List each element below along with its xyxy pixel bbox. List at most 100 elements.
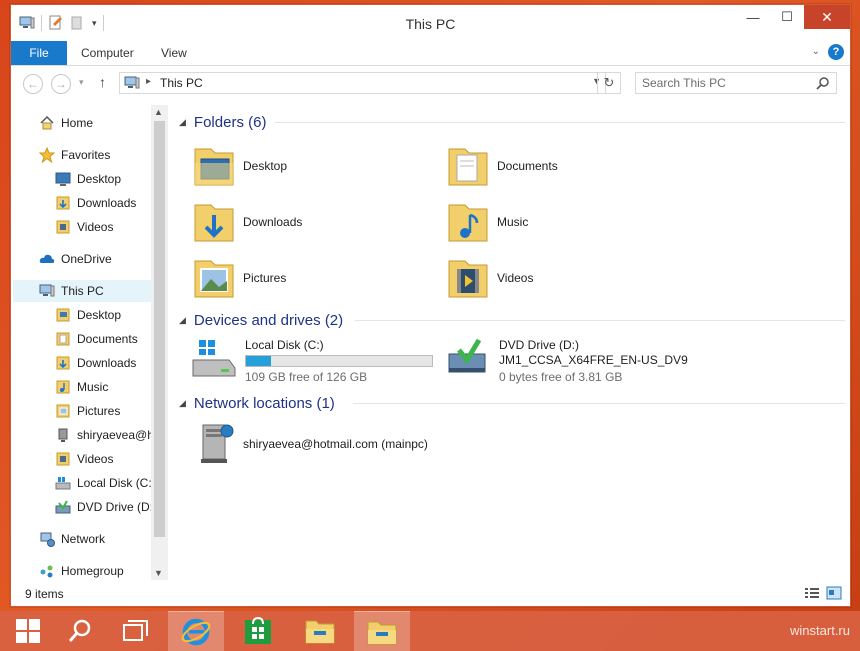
refresh-button[interactable]: ↻ (597, 72, 621, 94)
network-location-tile[interactable]: shiryaevea@hotmail.com (mainpc) (191, 419, 428, 469)
pictures-folder-icon (191, 253, 237, 303)
nav-item-pc-network-share[interactable]: shiryaevea@hotmail.com (55, 424, 151, 446)
home-icon (40, 115, 54, 130)
tab-view[interactable]: View (161, 41, 187, 65)
task-view-button[interactable] (108, 611, 164, 651)
tab-computer[interactable]: Computer (81, 41, 134, 65)
nav-scrollbar[interactable]: ▲ ▼ (151, 105, 168, 580)
details-view-icon[interactable] (804, 586, 820, 600)
tab-file[interactable]: File (11, 41, 67, 65)
title-bar: ▾ This PC — ☐ ✕ (11, 5, 850, 41)
network-share-icon (191, 419, 237, 469)
nav-item-pc-local-disk[interactable]: Local Disk (C:) (55, 472, 151, 494)
onedrive-cloud-icon (39, 254, 55, 263)
nav-item-home[interactable]: Home (39, 112, 93, 134)
folder-tile-music[interactable]: Music (445, 197, 528, 247)
internet-explorer-taskbar-button[interactable] (168, 611, 224, 651)
scrollbar-thumb[interactable] (154, 121, 165, 537)
disk-usage-fill (246, 356, 272, 366)
downloads-folder-icon (56, 196, 70, 210)
tiles-view-icon[interactable] (826, 586, 842, 600)
drive-tile-local-disk[interactable]: Local Disk (C:) 109 GB free of 126 GB (191, 338, 441, 384)
star-icon (39, 147, 55, 163)
start-button[interactable] (0, 611, 56, 651)
network-icon (40, 532, 55, 547)
nav-item-favorites-downloads[interactable]: Downloads (55, 192, 136, 214)
back-button[interactable]: ← (23, 74, 43, 94)
maximize-button[interactable]: ☐ (770, 5, 804, 29)
group-devices-header[interactable]: ◢ Devices and drives (2) (179, 310, 343, 330)
collapse-icon[interactable]: ◢ (179, 315, 186, 326)
store-taskbar-button[interactable] (230, 611, 286, 651)
task-view-icon (123, 620, 148, 641)
scroll-down-icon[interactable]: ▼ (154, 568, 163, 578)
music-folder-icon (445, 197, 491, 247)
search-icon[interactable] (816, 76, 830, 93)
folder-tile-downloads[interactable]: Downloads (191, 197, 302, 247)
windows-logo-icon (16, 619, 40, 643)
documents-folder-icon (445, 141, 491, 191)
nav-item-pc-desktop[interactable]: Desktop (55, 304, 121, 326)
nav-item-pc-music[interactable]: Music (55, 376, 108, 398)
explorer-window: ▾ This PC — ☐ ✕ File Computer View ⌄ ? ←… (10, 4, 851, 607)
watermark: winstart.ru (790, 623, 850, 638)
folder-tile-desktop[interactable]: Desktop (191, 141, 287, 191)
address-row: ← → ▾ ↑ ▸ This PC ▼ ↻ (11, 66, 850, 102)
nav-item-favorites-desktop[interactable]: Desktop (55, 168, 121, 190)
breadcrumb[interactable]: This PC (160, 76, 203, 90)
network-share-icon (58, 428, 68, 442)
nav-item-this-pc[interactable]: This PC (13, 280, 151, 302)
file-explorer-window-taskbar-button[interactable] (354, 611, 410, 651)
nav-item-homegroup[interactable]: Homegroup (39, 560, 124, 582)
nav-item-pc-dvd-drive[interactable]: DVD Drive (D:) (55, 496, 151, 518)
nav-item-onedrive[interactable]: OneDrive (39, 248, 112, 270)
folder-icon (56, 380, 70, 394)
collapse-icon[interactable]: ◢ (179, 117, 186, 128)
drive-tile-dvd[interactable]: DVD Drive (D:) JM1_CCSA_X64FRE_EN-US_DV9… (445, 338, 705, 384)
breadcrumb-separator-icon[interactable]: ▸ (146, 76, 151, 87)
collapse-icon[interactable]: ◢ (179, 398, 186, 409)
computer-icon (39, 284, 55, 297)
search-icon (68, 619, 91, 642)
address-bar[interactable]: ▸ This PC ▼ (119, 72, 606, 94)
file-explorer-icon (305, 620, 335, 644)
folder-icon (56, 332, 70, 346)
nav-item-pc-documents[interactable]: Documents (55, 328, 138, 350)
content-pane: ◢ Folders (6) Desktop Documents Download… (171, 105, 850, 580)
search-box[interactable] (635, 72, 837, 94)
nav-item-favorites[interactable]: Favorites (39, 144, 110, 166)
nav-item-network[interactable]: Network (39, 528, 105, 550)
folder-tile-videos[interactable]: Videos (445, 253, 533, 303)
folder-icon (56, 404, 70, 418)
dvd-icon (55, 500, 71, 514)
folder-icon (56, 356, 70, 370)
folder-tile-documents[interactable]: Documents (445, 141, 558, 191)
videos-folder-icon (445, 253, 491, 303)
search-input[interactable] (642, 76, 812, 90)
disk-usage-bar (245, 355, 433, 367)
window-controls: — ☐ ✕ (736, 5, 850, 29)
nav-item-pc-downloads[interactable]: Downloads (55, 352, 136, 374)
forward-button[interactable]: → (51, 74, 71, 94)
hard-drive-icon (192, 340, 236, 377)
ribbon-tabs: File Computer View ⌄ ? (11, 41, 850, 66)
group-folders-header[interactable]: ◢ Folders (6) (179, 112, 266, 132)
drive-icon (55, 477, 71, 490)
nav-item-pc-pictures[interactable]: Pictures (55, 400, 120, 422)
nav-item-pc-videos[interactable]: Videos (55, 448, 113, 470)
folder-tile-pictures[interactable]: Pictures (191, 253, 286, 303)
desktop-icon (55, 172, 71, 186)
close-button[interactable]: ✕ (804, 5, 850, 29)
folder-icon (56, 308, 70, 322)
search-taskbar-button[interactable] (52, 611, 108, 651)
recent-locations-icon[interactable]: ▾ (79, 77, 84, 88)
file-explorer-taskbar-button[interactable] (292, 611, 348, 651)
scroll-up-icon[interactable]: ▲ (154, 107, 163, 117)
help-icon[interactable]: ? (828, 44, 844, 60)
minimize-button[interactable]: — (736, 5, 770, 29)
group-network-header[interactable]: ◢ Network locations (1) (179, 393, 335, 413)
expand-ribbon-icon[interactable]: ⌄ (812, 46, 820, 57)
status-bar: 9 items (11, 582, 850, 606)
nav-item-favorites-videos[interactable]: Videos (55, 216, 113, 238)
up-button[interactable]: ↑ (99, 74, 106, 90)
